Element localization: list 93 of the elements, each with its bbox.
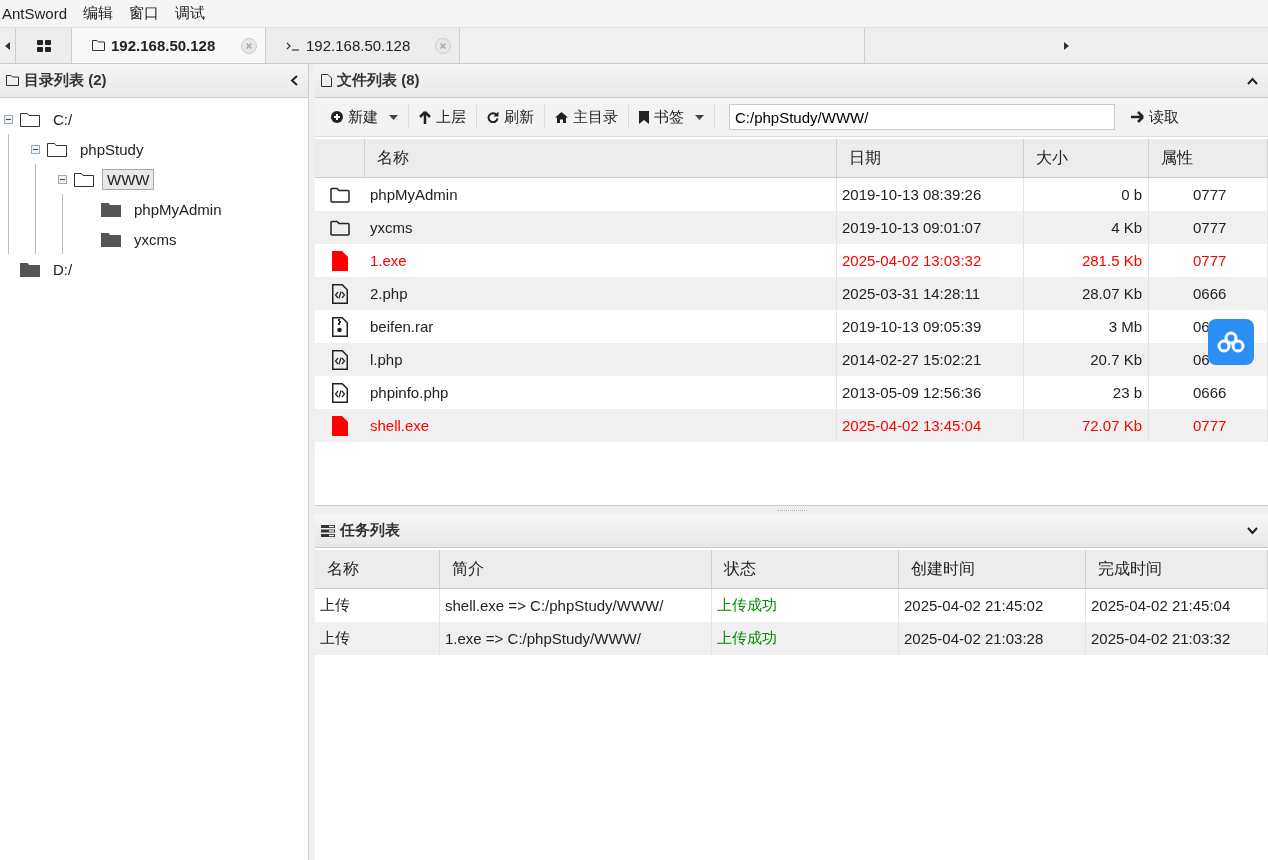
column-header[interactable]: 名称	[365, 139, 837, 177]
toolbar-button[interactable]: 主目录	[545, 103, 628, 131]
expand-icon[interactable]	[1247, 526, 1258, 535]
tree-item[interactable]: yxcms	[129, 228, 182, 250]
caret-right-icon	[1063, 41, 1069, 50]
tree-item[interactable]: phpMyAdmin	[129, 198, 227, 220]
caret-left-icon	[5, 41, 10, 50]
tree-item[interactable]: phpStudy	[75, 138, 149, 160]
arrow-up-icon	[419, 110, 431, 124]
created-time-cell: 2025-04-02 21:03:28	[899, 622, 1086, 655]
tab[interactable]: 192.168.50.128	[72, 28, 266, 63]
file-name-cell[interactable]: shell.exe	[365, 409, 837, 442]
column-header[interactable]: 大小	[1024, 139, 1149, 177]
file-icon	[332, 250, 348, 271]
column-header[interactable]: 简介	[440, 550, 712, 588]
folder-icon	[101, 201, 121, 217]
caret-icon	[695, 114, 704, 120]
folder-icon	[20, 111, 40, 127]
bookmark-icon	[639, 110, 649, 124]
description-cell: 1.exe => C:/phpStudy/WWW/	[440, 622, 712, 655]
home-icon	[555, 111, 568, 123]
file-name-cell[interactable]: 2.php	[365, 277, 837, 310]
folder-icon	[6, 75, 19, 86]
column-header[interactable]: 完成时间	[1086, 550, 1268, 588]
task-list-icon	[321, 524, 335, 537]
caret-icon	[389, 114, 398, 120]
size-cell: 28.07 Kb	[1024, 277, 1149, 310]
panel-title: 目录列表 (2)	[24, 71, 108, 90]
toolbar-button[interactable]: 上层	[409, 103, 476, 131]
file-name-cell[interactable]: l.php	[365, 343, 837, 376]
menu-item[interactable]: AntSword	[2, 5, 68, 22]
menu-item[interactable]: 调试	[175, 4, 206, 23]
collapse-icon[interactable]	[290, 75, 298, 86]
tree-item[interactable]: D:/	[48, 258, 78, 280]
collapse-toggle[interactable]	[31, 144, 43, 154]
terminal-icon	[286, 40, 300, 51]
tab-label: 192.168.50.128	[306, 37, 412, 54]
attribute-cell: 0666	[1149, 277, 1268, 310]
attribute-cell: 0777	[1149, 211, 1268, 244]
add-icon	[331, 111, 343, 123]
date-cell: 2025-03-31 14:28:11	[837, 277, 1024, 310]
folder-icon	[330, 219, 350, 236]
tab[interactable]: 192.168.50.128	[266, 28, 460, 63]
date-cell: 2025-04-02 13:45:04	[837, 409, 1024, 442]
path-field[interactable]: C:/phpStudy/WWW/	[729, 104, 1115, 130]
code-file-icon	[332, 349, 348, 370]
refresh-icon	[487, 111, 499, 123]
collapse-toggle[interactable]	[58, 174, 70, 184]
toolbar-button[interactable]: 书签	[629, 103, 714, 131]
status-cell: 上传成功	[712, 622, 899, 655]
folder-icon	[92, 40, 105, 51]
file-icon	[321, 74, 332, 87]
folder-icon	[330, 186, 350, 203]
column-header[interactable]: 创建时间	[899, 550, 1086, 588]
tree-item[interactable]: WWW	[102, 168, 155, 190]
column-header[interactable]: 名称	[315, 550, 440, 588]
folder-icon	[20, 261, 40, 277]
tree-item[interactable]: C:/	[48, 108, 78, 130]
cloud-icon	[1217, 331, 1245, 353]
collapse-icon[interactable]	[1247, 76, 1258, 85]
attribute-cell: 0777	[1149, 409, 1268, 442]
panel-title: 任务列表	[340, 521, 401, 540]
date-cell: 2014-02-27 15:02:21	[837, 343, 1024, 376]
folder-icon	[74, 171, 94, 187]
floating-cloud-button[interactable]	[1208, 319, 1254, 365]
column-header[interactable]: 属性	[1149, 139, 1268, 177]
column-header[interactable]: 状态	[712, 550, 899, 588]
toolbar-button[interactable]: 刷新	[477, 103, 544, 131]
panel-title: 文件列表 (8)	[337, 71, 421, 90]
grid-icon	[36, 39, 51, 52]
menu-item[interactable]: 窗口	[129, 4, 160, 23]
arrow-right-icon	[1131, 111, 1144, 123]
file-name-cell[interactable]: yxcms	[365, 211, 837, 244]
code-file-icon	[332, 382, 348, 403]
menu-item[interactable]: 编辑	[83, 4, 114, 23]
column-header[interactable]: 日期	[837, 139, 1024, 177]
code-file-icon	[332, 283, 348, 304]
file-icon	[332, 415, 348, 436]
collapse-toggle[interactable]	[4, 114, 16, 124]
size-cell: 4 Kb	[1024, 211, 1149, 244]
splitter-handle[interactable]	[315, 506, 1268, 514]
date-cell: 2019-10-13 09:01:07	[837, 211, 1024, 244]
size-cell: 72.07 Kb	[1024, 409, 1149, 442]
toolbar-button[interactable]: 新建	[321, 103, 408, 131]
read-button[interactable]: 读取	[1121, 103, 1189, 131]
tab-label: 192.168.50.128	[111, 37, 217, 54]
folder-icon	[101, 231, 121, 247]
task-name-cell: 上传	[315, 622, 440, 655]
tab[interactable]	[16, 28, 72, 63]
archive-file-icon	[332, 316, 348, 337]
finished-time-cell: 2025-04-02 21:03:32	[1086, 622, 1268, 655]
folder-icon	[47, 141, 67, 157]
size-cell: 20.7 Kb	[1024, 343, 1149, 376]
